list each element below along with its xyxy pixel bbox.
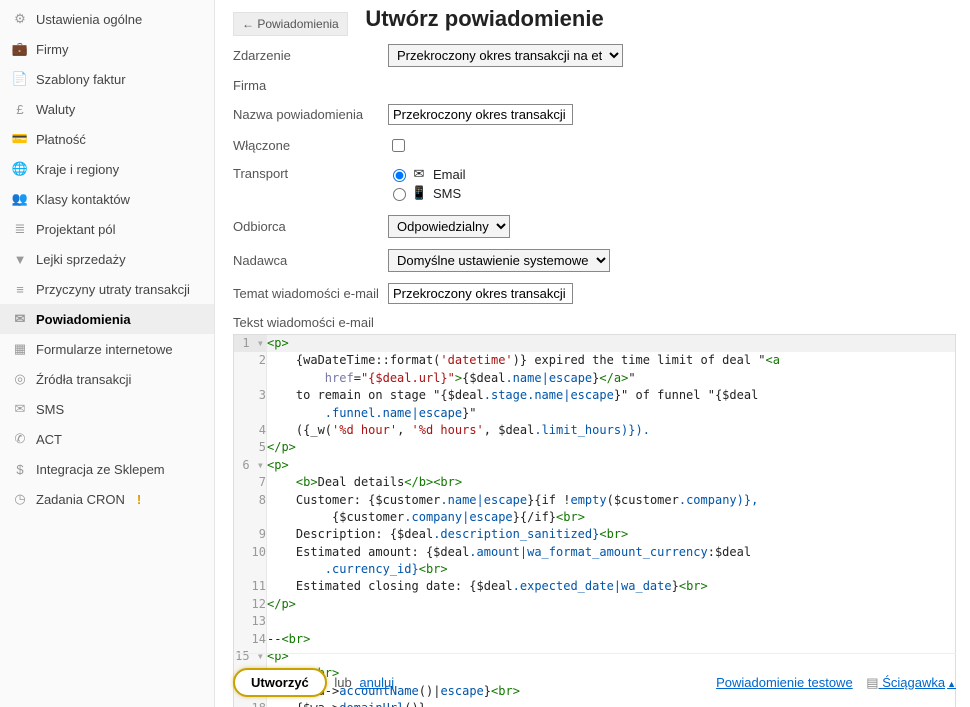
enabled-checkbox[interactable] xyxy=(392,139,405,152)
enabled-label: Włączone xyxy=(233,138,388,153)
name-label: Nazwa powiadomienia xyxy=(233,107,388,122)
target-icon: ◎ xyxy=(12,371,28,387)
sidebar-item-projektant-pol[interactable]: ≣Projektant pól xyxy=(0,214,214,244)
main-panel: ← Powiadomienia Utwórz powiadomienie Zda… xyxy=(215,0,970,707)
people-icon: 👥 xyxy=(12,191,28,207)
sms-small-icon: 📱 xyxy=(411,185,427,201)
sidebar-item-klasy-kontaktow[interactable]: 👥Klasy kontaktów xyxy=(0,184,214,214)
sidebar-item-integracja[interactable]: $Integracja ze Sklepem xyxy=(0,454,214,484)
warning-icon: ! xyxy=(137,492,141,507)
caret-up-icon: ▲ xyxy=(947,679,956,689)
recipient-select[interactable]: Odpowiedzialny xyxy=(388,215,510,238)
funnel-icon: ▼ xyxy=(12,251,28,267)
list-icon: ≡ xyxy=(12,281,28,297)
create-button[interactable]: Utworzyć xyxy=(233,668,327,697)
cheatsheet-link[interactable]: ▤ Ściągawka▲ xyxy=(866,675,956,690)
phone-icon: ✆ xyxy=(12,431,28,447)
page-title: Utwórz powiadomienie xyxy=(365,6,603,32)
company-label: Firma xyxy=(233,78,388,93)
sidebar-item-powiadomienia[interactable]: ✉Powiadomienia xyxy=(0,304,214,334)
sidebar-item-lejki[interactable]: ▼Lejki sprzedaży xyxy=(0,244,214,274)
book-icon: ▤ xyxy=(866,675,882,690)
recipient-label: Odbiorca xyxy=(233,219,388,234)
pound-icon: £ xyxy=(12,101,28,117)
clock-icon: ◷ xyxy=(12,491,28,507)
grid-icon: ▦ xyxy=(12,341,28,357)
sidebar-item-waluty[interactable]: £Waluty xyxy=(0,94,214,124)
card-icon: 💳 xyxy=(12,131,28,147)
sidebar-item-cron[interactable]: ◷Zadania CRON! xyxy=(0,484,214,514)
sidebar-item-kraje[interactable]: 🌐Kraje i regiony xyxy=(0,154,214,184)
event-select[interactable]: Przekroczony okres transakcji na etapie xyxy=(388,44,623,67)
back-link[interactable]: ← Powiadomienia xyxy=(233,12,348,36)
event-label: Zdarzenie xyxy=(233,48,388,63)
subject-input[interactable] xyxy=(388,283,573,304)
sidebar-item-ustawienia-ogolne[interactable]: ⚙Ustawienia ogólne xyxy=(0,4,214,34)
footer: Utworzyć lub anuluj Powiadomienie testow… xyxy=(233,653,956,697)
sidebar-item-formularze[interactable]: ▦Formularze internetowe xyxy=(0,334,214,364)
cancel-link[interactable]: anuluj xyxy=(359,675,394,690)
sender-select[interactable]: Domyślne ustawienie systemowe xyxy=(388,249,610,272)
name-input[interactable] xyxy=(388,104,573,125)
test-notification-link[interactable]: Powiadomienie testowe xyxy=(716,675,853,690)
sms-icon: ✉ xyxy=(12,401,28,417)
body-label: Tekst wiadomości e-mail xyxy=(233,315,388,330)
transport-email-radio[interactable] xyxy=(393,169,406,182)
sidebar-item-zrodla[interactable]: ◎Źródła transakcji xyxy=(0,364,214,394)
sidebar-item-przyczyny[interactable]: ≡Przyczyny utraty transakcji xyxy=(0,274,214,304)
sidebar-item-platnosc[interactable]: 💳Płatność xyxy=(0,124,214,154)
layers-icon: ≣ xyxy=(12,221,28,237)
transport-sms-radio[interactable] xyxy=(393,188,406,201)
briefcase-icon: 💼 xyxy=(12,41,28,57)
sidebar-item-firmy[interactable]: 💼Firmy xyxy=(0,34,214,64)
dollar-icon: $ xyxy=(12,461,28,477)
email-icon: ✉ xyxy=(411,166,427,182)
sender-label: Nadawca xyxy=(233,253,388,268)
sidebar-item-sms[interactable]: ✉SMS xyxy=(0,394,214,424)
gear-icon: ⚙ xyxy=(12,11,28,27)
subject-label: Temat wiadomości e-mail xyxy=(233,286,388,301)
sidebar: ⚙Ustawienia ogólne 💼Firmy 📄Szablony fakt… xyxy=(0,0,215,707)
code-editor[interactable]: 1 ▾<p> 2 {waDateTime::format('datetime')… xyxy=(233,334,956,707)
globe-icon: 🌐 xyxy=(12,161,28,177)
document-icon: 📄 xyxy=(12,71,28,87)
mail-icon: ✉ xyxy=(12,311,28,327)
transport-label: Transport xyxy=(233,166,388,181)
sidebar-item-szablony-faktur[interactable]: 📄Szablony faktur xyxy=(0,64,214,94)
sidebar-item-act[interactable]: ✆ACT xyxy=(0,424,214,454)
